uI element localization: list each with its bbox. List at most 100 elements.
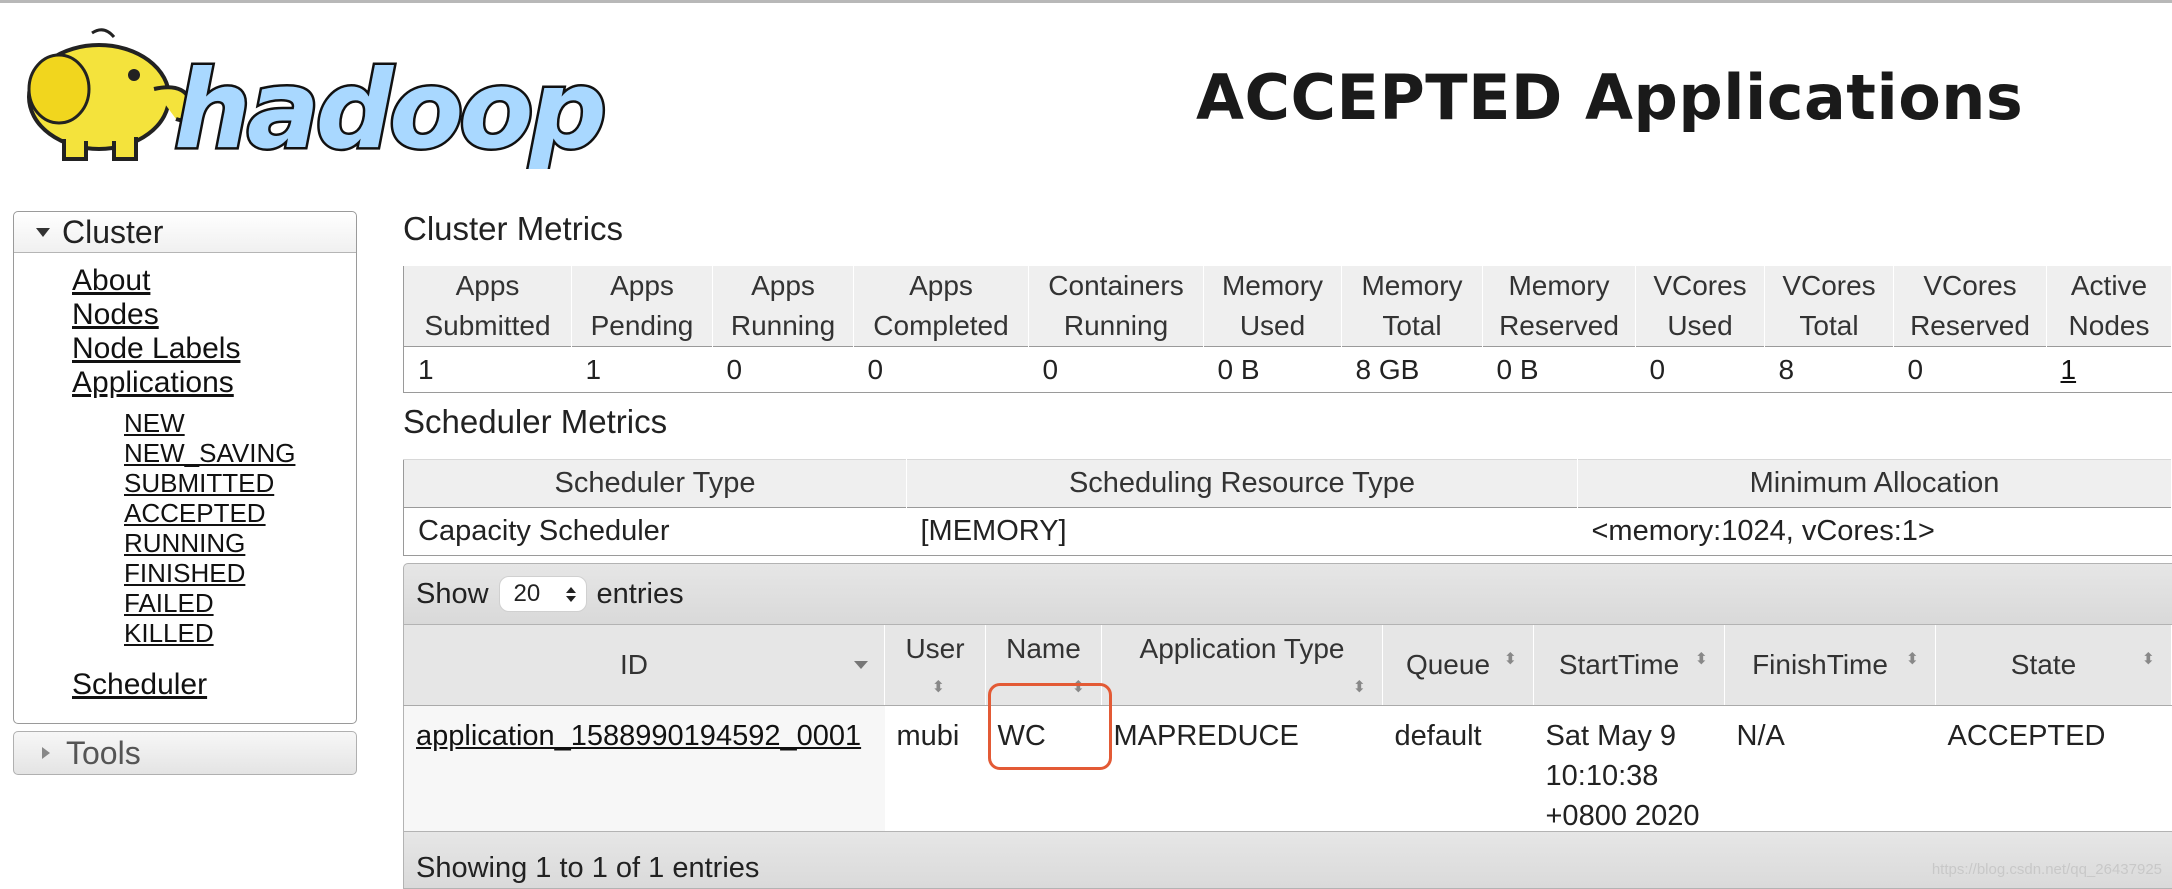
vcores-total-value: 8 bbox=[1764, 346, 1894, 393]
col-apps-running: Apps Running bbox=[712, 266, 854, 347]
cluster-header[interactable]: Cluster bbox=[14, 212, 356, 253]
col-queue[interactable]: Queue ⬍ bbox=[1382, 625, 1534, 706]
select-arrows-icon bbox=[565, 586, 576, 602]
scheduler-metrics-title: Scheduler Metrics bbox=[403, 403, 668, 440]
col-apps-submitted: Apps Submitted bbox=[403, 266, 572, 347]
col-vcores-total: VCores Total bbox=[1764, 266, 1894, 347]
cluster-metrics-table: Apps Submitted Apps Pending Apps Running Ap… bbox=[403, 266, 2172, 393]
state-link-new-saving[interactable]: NEW_SAVING bbox=[124, 438, 295, 468]
elephant-icon: hadoop bbox=[27, 28, 610, 176]
col-starttime-label: StartTime bbox=[1558, 649, 1680, 680]
app-queue: default bbox=[1394, 720, 1482, 752]
minimum-allocation-value: <memory:1024, vCores:1> bbox=[1577, 507, 2172, 556]
starttime-line: +0800 2020 bbox=[1545, 800, 1700, 832]
app-state: ACCEPTED bbox=[1947, 720, 2106, 752]
col-active-nodes: Active Nodes bbox=[2046, 266, 2172, 347]
scheduler-type-value: Capacity Scheduler bbox=[403, 507, 907, 556]
col-vcores-reserved: VCores Reserved bbox=[1893, 266, 2047, 347]
state-link-accepted[interactable]: ACCEPTED bbox=[124, 498, 266, 528]
table-row: Capacity Scheduler [MEMORY] <memory:1024… bbox=[403, 507, 2172, 556]
col-state-label: State bbox=[2010, 649, 2077, 680]
col-name[interactable]: Name ⬍ bbox=[985, 625, 1102, 706]
watermark: https://blog.csdn.net/qq_26437925 bbox=[1931, 861, 2162, 878]
apps-length-toolbar: Show 20 entries bbox=[403, 563, 2172, 625]
sidebar-link-about[interactable]: About bbox=[72, 264, 150, 297]
cluster-panel: Cluster About Nodes Node Labels Applicat… bbox=[13, 211, 357, 724]
hadoop-logo[interactable]: hadoop bbox=[14, 19, 614, 176]
svg-text:hadoop: hadoop bbox=[174, 48, 603, 169]
memory-total-value: 8 GB bbox=[1341, 346, 1483, 393]
caret-down-icon bbox=[36, 227, 50, 237]
sort-both-icon: ⬍ bbox=[2141, 651, 2155, 668]
col-application-type-label: Application Type bbox=[1139, 633, 1345, 664]
starttime-line: Sat May 9 bbox=[1545, 720, 1677, 752]
col-id-label: ID bbox=[620, 649, 648, 680]
sort-desc-icon bbox=[854, 661, 868, 669]
entries-select-value: 20 bbox=[513, 580, 541, 607]
col-user-label: User bbox=[905, 633, 965, 664]
col-scheduling-resource-type: Scheduling Resource Type bbox=[906, 459, 1578, 508]
state-link-finished[interactable]: FINISHED bbox=[124, 558, 245, 588]
application-id-link[interactable]: application_1588990194592_0001 bbox=[416, 720, 861, 752]
col-finishtime[interactable]: FinishTime ⬍ bbox=[1724, 625, 1936, 706]
state-link-failed[interactable]: FAILED bbox=[124, 588, 214, 618]
scheduling-resource-type-value: [MEMORY] bbox=[906, 507, 1578, 556]
col-application-type[interactable]: Application Type ⬍ bbox=[1101, 625, 1383, 706]
col-containers-running: Containers Running bbox=[1028, 266, 1204, 347]
apps-info-footer: Showing 1 to 1 of 1 entries bbox=[403, 831, 2172, 889]
applications-table: ID User ⬍ Name ⬍ Application Type ⬍ Queu… bbox=[403, 625, 2172, 836]
col-queue-label: Queue bbox=[1405, 649, 1491, 680]
table-row: 1 1 0 0 0 0 B 8 GB 0 B 0 8 0 1 bbox=[403, 346, 2172, 393]
memory-used-value: 0 B bbox=[1203, 346, 1342, 393]
caret-right-icon bbox=[42, 747, 50, 759]
cluster-metrics-title: Cluster Metrics bbox=[403, 210, 624, 247]
sort-both-icon: ⬍ bbox=[931, 679, 945, 696]
col-state[interactable]: State ⬍ bbox=[1935, 625, 2172, 706]
col-memory-reserved: Memory Reserved bbox=[1482, 266, 1636, 347]
sidebar-link-applications[interactable]: Applications bbox=[72, 366, 234, 399]
col-scheduler-type: Scheduler Type bbox=[403, 459, 907, 508]
col-minimum-allocation: Minimum Allocation bbox=[1577, 459, 2172, 508]
col-id[interactable]: ID bbox=[403, 625, 885, 706]
memory-reserved-value: 0 B bbox=[1482, 346, 1636, 393]
cluster-title: Cluster bbox=[62, 213, 164, 250]
col-memory-used: Memory Used bbox=[1203, 266, 1342, 347]
application-state-links: NEW NEW_SAVING SUBMITTED ACCEPTED RUNNIN… bbox=[124, 408, 295, 648]
apps-pending-value: 1 bbox=[571, 346, 713, 393]
state-link-submitted[interactable]: SUBMITTED bbox=[124, 468, 274, 498]
sort-both-icon: ⬍ bbox=[1071, 679, 1085, 696]
col-user[interactable]: User ⬍ bbox=[884, 625, 986, 706]
vcores-used-value: 0 bbox=[1635, 346, 1765, 393]
scheduler-metrics-table: Scheduler Type Scheduling Resource Type … bbox=[403, 459, 2172, 556]
state-link-running[interactable]: RUNNING bbox=[124, 528, 245, 558]
app-finishtime: N/A bbox=[1736, 720, 1785, 752]
sort-both-icon: ⬍ bbox=[1503, 651, 1517, 668]
state-link-killed[interactable]: KILLED bbox=[124, 618, 214, 648]
cluster-links: About Nodes Node Labels Applications bbox=[72, 264, 240, 400]
col-apps-completed: Apps Completed bbox=[853, 266, 1029, 347]
app-user: mubi bbox=[896, 720, 960, 752]
tools-panel-header[interactable]: Tools bbox=[13, 731, 357, 775]
col-starttime[interactable]: StartTime ⬍ bbox=[1533, 625, 1725, 706]
col-finishtime-label: FinishTime bbox=[1752, 649, 1888, 680]
active-nodes-link[interactable]: 1 bbox=[2061, 354, 2077, 385]
col-memory-total: Memory Total bbox=[1341, 266, 1483, 347]
apps-submitted-value: 1 bbox=[403, 346, 572, 393]
sidebar-link-node-labels[interactable]: Node Labels bbox=[72, 332, 240, 365]
starttime-line: 10:10:38 bbox=[1545, 760, 1659, 792]
entries-label: entries bbox=[596, 577, 684, 610]
tools-title: Tools bbox=[66, 734, 141, 771]
apps-running-value: 0 bbox=[712, 346, 854, 393]
sidebar-link-nodes[interactable]: Nodes bbox=[72, 298, 159, 331]
containers-running-value: 0 bbox=[1028, 346, 1204, 393]
entries-per-page-select[interactable]: 20 bbox=[498, 576, 587, 612]
table-row: application_1588990194592_0001 mubi WC M… bbox=[403, 705, 2172, 837]
sort-both-icon: ⬍ bbox=[1905, 651, 1919, 668]
vcores-reserved-value: 0 bbox=[1893, 346, 2047, 393]
show-label: Show bbox=[416, 577, 489, 610]
state-link-new[interactable]: NEW bbox=[124, 408, 185, 438]
sidebar-link-scheduler[interactable]: Scheduler bbox=[72, 668, 207, 702]
app-starttime: Sat May 9 10:10:38 +0800 2020 bbox=[1534, 706, 1725, 837]
app-name: WC bbox=[997, 720, 1046, 752]
col-apps-pending: Apps Pending bbox=[571, 266, 713, 347]
